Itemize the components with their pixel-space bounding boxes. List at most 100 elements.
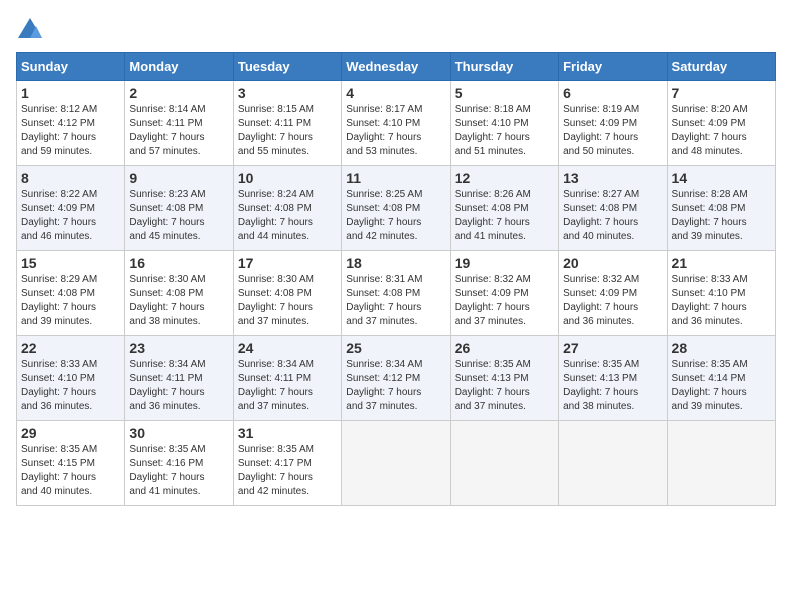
- day-number: 15: [21, 255, 120, 271]
- day-number: 18: [346, 255, 445, 271]
- col-header-thursday: Thursday: [450, 53, 558, 81]
- day-cell: 29 Sunrise: 8:35 AM Sunset: 4:15 PM Dayl…: [17, 421, 125, 506]
- day-number: 12: [455, 170, 554, 186]
- day-number: 8: [21, 170, 120, 186]
- day-cell: [667, 421, 775, 506]
- day-info: Sunrise: 8:15 AM Sunset: 4:11 PM Dayligh…: [238, 103, 337, 159]
- day-number: 9: [129, 170, 228, 186]
- col-header-friday: Friday: [559, 53, 667, 81]
- day-cell: 26 Sunrise: 8:35 AM Sunset: 4:13 PM Dayl…: [450, 336, 558, 421]
- day-number: 24: [238, 340, 337, 356]
- day-info: Sunrise: 8:34 AM Sunset: 4:12 PM Dayligh…: [346, 358, 445, 414]
- day-number: 4: [346, 85, 445, 101]
- day-number: 31: [238, 425, 337, 441]
- day-cell: [559, 421, 667, 506]
- week-row-3: 15 Sunrise: 8:29 AM Sunset: 4:08 PM Dayl…: [17, 251, 776, 336]
- day-info: Sunrise: 8:35 AM Sunset: 4:14 PM Dayligh…: [672, 358, 771, 414]
- day-info: Sunrise: 8:24 AM Sunset: 4:08 PM Dayligh…: [238, 188, 337, 244]
- week-row-2: 8 Sunrise: 8:22 AM Sunset: 4:09 PM Dayli…: [17, 166, 776, 251]
- day-number: 22: [21, 340, 120, 356]
- day-number: 7: [672, 85, 771, 101]
- day-number: 1: [21, 85, 120, 101]
- calendar-table: SundayMondayTuesdayWednesdayThursdayFrid…: [16, 52, 776, 506]
- day-cell: 17 Sunrise: 8:30 AM Sunset: 4:08 PM Dayl…: [233, 251, 341, 336]
- day-info: Sunrise: 8:28 AM Sunset: 4:08 PM Dayligh…: [672, 188, 771, 244]
- header-row: SundayMondayTuesdayWednesdayThursdayFrid…: [17, 53, 776, 81]
- col-header-tuesday: Tuesday: [233, 53, 341, 81]
- day-info: Sunrise: 8:30 AM Sunset: 4:08 PM Dayligh…: [238, 273, 337, 329]
- day-number: 23: [129, 340, 228, 356]
- day-number: 17: [238, 255, 337, 271]
- day-info: Sunrise: 8:19 AM Sunset: 4:09 PM Dayligh…: [563, 103, 662, 159]
- day-number: 19: [455, 255, 554, 271]
- day-number: 6: [563, 85, 662, 101]
- week-row-4: 22 Sunrise: 8:33 AM Sunset: 4:10 PM Dayl…: [17, 336, 776, 421]
- day-number: 3: [238, 85, 337, 101]
- day-number: 10: [238, 170, 337, 186]
- day-number: 2: [129, 85, 228, 101]
- day-cell: [450, 421, 558, 506]
- day-info: Sunrise: 8:22 AM Sunset: 4:09 PM Dayligh…: [21, 188, 120, 244]
- day-number: 30: [129, 425, 228, 441]
- day-info: Sunrise: 8:30 AM Sunset: 4:08 PM Dayligh…: [129, 273, 228, 329]
- day-cell: [342, 421, 450, 506]
- day-cell: 8 Sunrise: 8:22 AM Sunset: 4:09 PM Dayli…: [17, 166, 125, 251]
- day-cell: 30 Sunrise: 8:35 AM Sunset: 4:16 PM Dayl…: [125, 421, 233, 506]
- day-cell: 22 Sunrise: 8:33 AM Sunset: 4:10 PM Dayl…: [17, 336, 125, 421]
- day-number: 29: [21, 425, 120, 441]
- day-info: Sunrise: 8:12 AM Sunset: 4:12 PM Dayligh…: [21, 103, 120, 159]
- logo: [16, 16, 48, 44]
- day-info: Sunrise: 8:35 AM Sunset: 4:16 PM Dayligh…: [129, 443, 228, 499]
- day-cell: 15 Sunrise: 8:29 AM Sunset: 4:08 PM Dayl…: [17, 251, 125, 336]
- day-info: Sunrise: 8:32 AM Sunset: 4:09 PM Dayligh…: [563, 273, 662, 329]
- day-number: 20: [563, 255, 662, 271]
- day-cell: 11 Sunrise: 8:25 AM Sunset: 4:08 PM Dayl…: [342, 166, 450, 251]
- day-cell: 25 Sunrise: 8:34 AM Sunset: 4:12 PM Dayl…: [342, 336, 450, 421]
- day-cell: 7 Sunrise: 8:20 AM Sunset: 4:09 PM Dayli…: [667, 81, 775, 166]
- day-cell: 23 Sunrise: 8:34 AM Sunset: 4:11 PM Dayl…: [125, 336, 233, 421]
- day-cell: 16 Sunrise: 8:30 AM Sunset: 4:08 PM Dayl…: [125, 251, 233, 336]
- day-info: Sunrise: 8:23 AM Sunset: 4:08 PM Dayligh…: [129, 188, 228, 244]
- day-number: 13: [563, 170, 662, 186]
- day-info: Sunrise: 8:33 AM Sunset: 4:10 PM Dayligh…: [21, 358, 120, 414]
- day-info: Sunrise: 8:34 AM Sunset: 4:11 PM Dayligh…: [238, 358, 337, 414]
- day-cell: 13 Sunrise: 8:27 AM Sunset: 4:08 PM Dayl…: [559, 166, 667, 251]
- day-info: Sunrise: 8:35 AM Sunset: 4:17 PM Dayligh…: [238, 443, 337, 499]
- day-info: Sunrise: 8:35 AM Sunset: 4:13 PM Dayligh…: [455, 358, 554, 414]
- day-info: Sunrise: 8:35 AM Sunset: 4:13 PM Dayligh…: [563, 358, 662, 414]
- day-cell: 5 Sunrise: 8:18 AM Sunset: 4:10 PM Dayli…: [450, 81, 558, 166]
- day-cell: 6 Sunrise: 8:19 AM Sunset: 4:09 PM Dayli…: [559, 81, 667, 166]
- day-cell: 1 Sunrise: 8:12 AM Sunset: 4:12 PM Dayli…: [17, 81, 125, 166]
- week-row-5: 29 Sunrise: 8:35 AM Sunset: 4:15 PM Dayl…: [17, 421, 776, 506]
- day-number: 5: [455, 85, 554, 101]
- day-info: Sunrise: 8:31 AM Sunset: 4:08 PM Dayligh…: [346, 273, 445, 329]
- col-header-wednesday: Wednesday: [342, 53, 450, 81]
- day-info: Sunrise: 8:20 AM Sunset: 4:09 PM Dayligh…: [672, 103, 771, 159]
- week-row-1: 1 Sunrise: 8:12 AM Sunset: 4:12 PM Dayli…: [17, 81, 776, 166]
- day-number: 14: [672, 170, 771, 186]
- day-cell: 28 Sunrise: 8:35 AM Sunset: 4:14 PM Dayl…: [667, 336, 775, 421]
- day-number: 27: [563, 340, 662, 356]
- day-info: Sunrise: 8:14 AM Sunset: 4:11 PM Dayligh…: [129, 103, 228, 159]
- day-cell: 18 Sunrise: 8:31 AM Sunset: 4:08 PM Dayl…: [342, 251, 450, 336]
- day-cell: 20 Sunrise: 8:32 AM Sunset: 4:09 PM Dayl…: [559, 251, 667, 336]
- day-cell: 3 Sunrise: 8:15 AM Sunset: 4:11 PM Dayli…: [233, 81, 341, 166]
- day-number: 21: [672, 255, 771, 271]
- day-info: Sunrise: 8:32 AM Sunset: 4:09 PM Dayligh…: [455, 273, 554, 329]
- day-cell: 14 Sunrise: 8:28 AM Sunset: 4:08 PM Dayl…: [667, 166, 775, 251]
- day-cell: 12 Sunrise: 8:26 AM Sunset: 4:08 PM Dayl…: [450, 166, 558, 251]
- day-info: Sunrise: 8:27 AM Sunset: 4:08 PM Dayligh…: [563, 188, 662, 244]
- day-info: Sunrise: 8:35 AM Sunset: 4:15 PM Dayligh…: [21, 443, 120, 499]
- day-number: 11: [346, 170, 445, 186]
- day-info: Sunrise: 8:33 AM Sunset: 4:10 PM Dayligh…: [672, 273, 771, 329]
- day-cell: 4 Sunrise: 8:17 AM Sunset: 4:10 PM Dayli…: [342, 81, 450, 166]
- day-cell: 24 Sunrise: 8:34 AM Sunset: 4:11 PM Dayl…: [233, 336, 341, 421]
- day-cell: 31 Sunrise: 8:35 AM Sunset: 4:17 PM Dayl…: [233, 421, 341, 506]
- day-number: 25: [346, 340, 445, 356]
- day-cell: 10 Sunrise: 8:24 AM Sunset: 4:08 PM Dayl…: [233, 166, 341, 251]
- logo-icon: [16, 16, 44, 44]
- day-number: 28: [672, 340, 771, 356]
- day-number: 26: [455, 340, 554, 356]
- day-info: Sunrise: 8:29 AM Sunset: 4:08 PM Dayligh…: [21, 273, 120, 329]
- day-number: 16: [129, 255, 228, 271]
